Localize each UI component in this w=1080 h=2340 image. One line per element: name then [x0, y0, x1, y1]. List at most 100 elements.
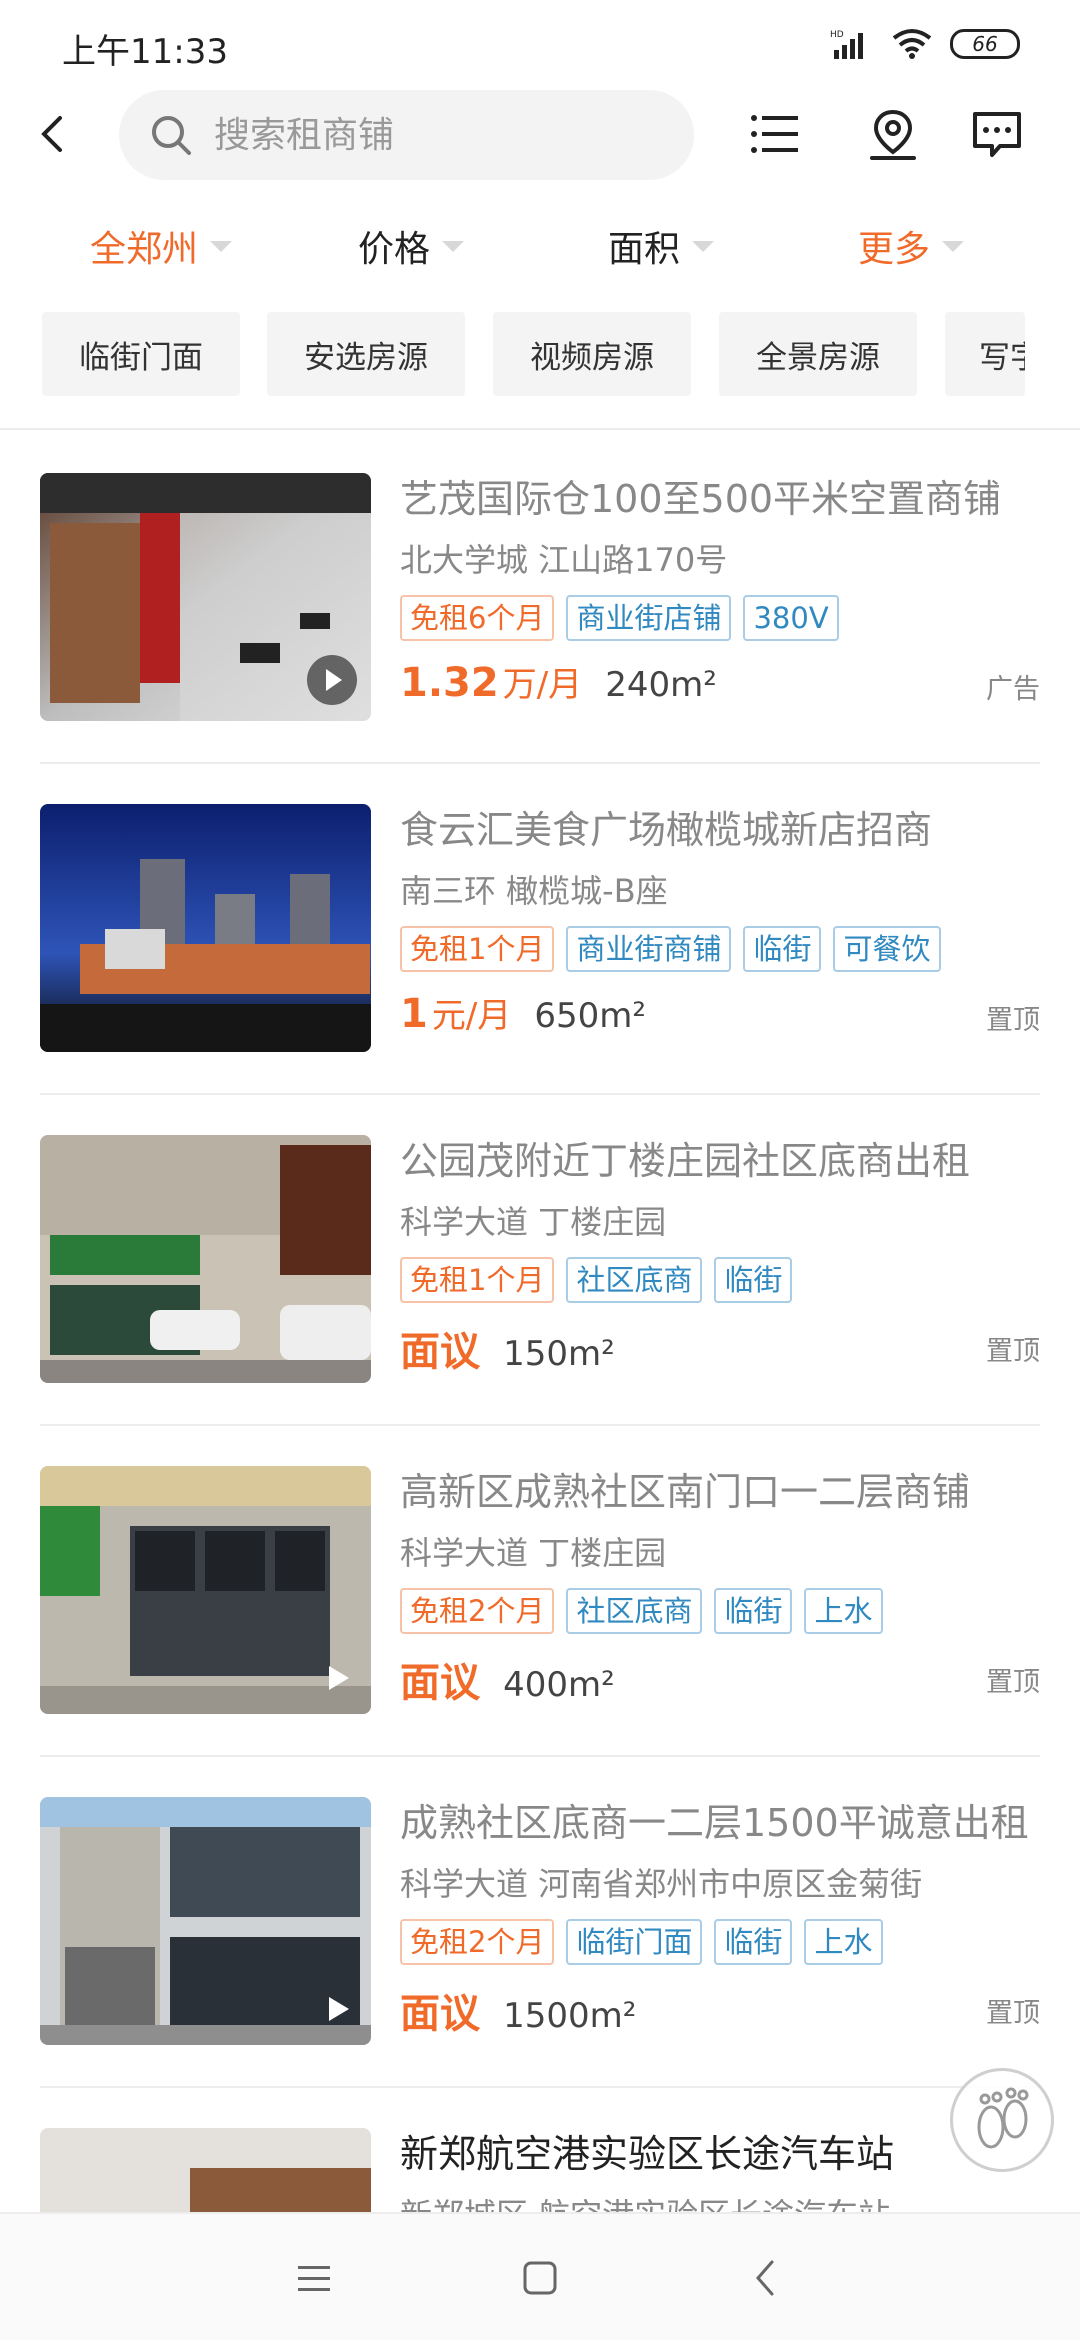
badge-feature: 临街	[714, 1919, 793, 1965]
dropdown-arrow-icon	[210, 240, 233, 252]
menu-icon[interactable]	[286, 2250, 342, 2306]
quick-tag[interactable]: 临街门面	[42, 312, 240, 396]
badge-type: 商业街商铺	[566, 926, 732, 972]
battery-indicator: 66	[950, 29, 1020, 59]
quick-tag[interactable]: 全景房源	[719, 312, 917, 396]
listing-photo	[40, 1135, 371, 1383]
badge-type: 商业街店铺	[566, 595, 732, 641]
filter-label: 更多	[858, 229, 931, 270]
filter-label: 价格	[358, 229, 431, 270]
search-icon	[152, 116, 191, 155]
listing-title: 食云汇美食广场橄榄城新店招商	[400, 808, 933, 852]
divider	[40, 762, 1040, 764]
video-play-icon	[329, 1666, 349, 1690]
listing-area: 400m²	[503, 1665, 615, 1705]
price-row: 1.32 万/月 240m² 广告	[400, 657, 1040, 709]
signal-icon: HD	[830, 30, 863, 59]
filter-price[interactable]: 价格	[358, 220, 465, 272]
listing-badges: 免租2个月 社区底商 临街 上水	[400, 1588, 1040, 1634]
listing-photo	[40, 473, 371, 721]
listing-info: 艺茂国际仓100至500平米空置商铺 北大学城 江山路170号 免租6个月 商业…	[400, 473, 1040, 709]
listing-photo	[40, 2128, 371, 2212]
listing-item[interactable]: 食云汇美食广场橄榄城新店招商 南三环 橄榄城-B座 免租1个月 商业街商铺 临街…	[40, 804, 1040, 1134]
listing-address: 科学大道 河南省郑州市中原区金菊街	[400, 1865, 923, 1903]
search-box[interactable]	[119, 90, 694, 180]
quick-tag-row: 临街门面 安选房源 视频房源 全景房源 写字	[0, 312, 1080, 396]
search-header	[0, 90, 1080, 180]
dropdown-arrow-icon	[442, 240, 465, 252]
status-time: 上午11:33	[62, 32, 228, 72]
listing-info: 成熟社区底商一二层1500平诚意出租 科学大道 河南省郑州市中原区金菊街 免租2…	[400, 1797, 1040, 2037]
status-icons: HD 66	[830, 28, 1020, 60]
home-icon[interactable]	[512, 2250, 568, 2306]
listing-item[interactable]: 艺茂国际仓100至500平米空置商铺 北大学城 江山路170号 免租6个月 商业…	[40, 473, 1040, 803]
badge-type: 社区底商	[566, 1588, 703, 1634]
filter-more[interactable]: 更多	[858, 220, 965, 272]
filter-area[interactable]: 面积	[608, 220, 715, 272]
pinned-label: 置顶	[986, 1336, 1040, 1367]
ad-label: 广告	[986, 674, 1040, 705]
listing-address: 新郑城区 航空港实验区长途汽车站	[400, 2194, 1040, 2212]
browse-history-button[interactable]	[950, 2068, 1054, 2172]
listing-area: 1500m²	[503, 1996, 637, 2036]
listing-title: 艺茂国际仓100至500平米空置商铺	[400, 477, 1002, 521]
listing-item[interactable]: 新郑航空港实验区长途汽车站 新郑城区 航空港实验区长途汽车站	[40, 2128, 1040, 2212]
listing-area: 240m²	[605, 665, 717, 705]
price-row: 面议 1500m² 置顶	[400, 1981, 1040, 2037]
quick-tag[interactable]: 视频房源	[493, 312, 691, 396]
badge-free-rent: 免租1个月	[400, 1257, 555, 1303]
divider	[40, 1424, 1040, 1426]
listing-info: 高新区成熟社区南门口一二层商铺 科学大道 丁楼庄园 免租2个月 社区底商 临街 …	[400, 1466, 1040, 1706]
back-icon[interactable]	[738, 2250, 794, 2306]
listing-title: 新郑航空港实验区长途汽车站	[400, 2132, 895, 2176]
listing-address: 北大学城 江山路170号	[400, 541, 728, 579]
filter-label: 全郑州	[90, 229, 199, 270]
badge-feature: 上水	[804, 1919, 883, 1965]
listing-badges: 免租1个月 商业街商铺 临街 可餐饮	[400, 926, 1040, 972]
listing-area: 650m²	[534, 996, 647, 1036]
listing-info: 新郑航空港实验区长途汽车站 新郑城区 航空港实验区长途汽车站	[400, 2128, 1040, 2212]
search-input[interactable]	[214, 108, 654, 162]
badge-free-rent: 免租6个月	[400, 595, 555, 641]
system-nav-bar	[0, 2212, 1080, 2340]
quick-tag[interactable]: 安选房源	[267, 312, 465, 396]
listing-item[interactable]: 公园茂附近丁楼庄园社区底商出租 科学大道 丁楼庄园 免租1个月 社区底商 临街 …	[40, 1135, 1040, 1465]
back-arrow-icon[interactable]	[30, 104, 74, 164]
quick-tag[interactable]: 写字	[945, 312, 1025, 396]
listing-price: 1.32	[400, 660, 499, 706]
listing-photo	[40, 1797, 371, 2045]
badge-free-rent: 免租2个月	[400, 1588, 555, 1634]
listing-info: 公园茂附近丁楼庄园社区底商出租 科学大道 丁楼庄园 免租1个月 社区底商 临街 …	[400, 1135, 1040, 1375]
listing-badges: 免租6个月 商业街店铺 380V	[400, 595, 1040, 641]
message-icon[interactable]	[970, 108, 1024, 162]
listing-title: 成熟社区底商一二层1500平诚意出租	[400, 1801, 1029, 1845]
listing-price: 面议	[400, 1660, 480, 1706]
filter-bar: 全郑州 价格 面积 更多	[0, 210, 1080, 280]
listing-photo	[40, 1466, 371, 1714]
video-play-icon	[307, 655, 357, 705]
wifi-icon	[892, 29, 932, 59]
badge-free-rent: 免租2个月	[400, 1919, 555, 1965]
listing-badges: 免租1个月 社区底商 临街	[400, 1257, 1040, 1303]
filter-region[interactable]: 全郑州	[90, 220, 233, 272]
listing-item[interactable]: 高新区成熟社区南门口一二层商铺 科学大道 丁楼庄园 免租2个月 社区底商 临街 …	[40, 1466, 1040, 1796]
badge-free-rent: 免租1个月	[400, 926, 555, 972]
divider	[40, 1755, 1040, 1757]
footprint-icon	[977, 2087, 1029, 2149]
listing-title: 高新区成熟社区南门口一二层商铺	[400, 1470, 971, 1514]
map-pin-icon[interactable]	[866, 108, 920, 162]
listing-address: 科学大道 丁楼庄园	[400, 1203, 667, 1241]
listing-title: 公园茂附近丁楼庄园社区底商出租	[400, 1139, 971, 1183]
price-unit: 万/月	[502, 665, 583, 705]
listing-item[interactable]: 成熟社区底商一二层1500平诚意出租 科学大道 河南省郑州市中原区金菊街 免租2…	[40, 1797, 1040, 2127]
dropdown-arrow-icon	[942, 240, 965, 252]
listing-price: 1	[400, 991, 428, 1037]
list-icon[interactable]	[748, 108, 802, 162]
listing-info: 食云汇美食广场橄榄城新店招商 南三环 橄榄城-B座 免租1个月 商业街商铺 临街…	[400, 804, 1040, 1040]
divider	[40, 2086, 1040, 2088]
filter-label: 面积	[608, 229, 681, 270]
listing-badges: 免租2个月 临街门面 临街 上水	[400, 1919, 1040, 1965]
price-row: 面议 400m² 置顶	[400, 1650, 1040, 1706]
listing-price: 面议	[400, 1991, 480, 2037]
listing-photo	[40, 804, 371, 1052]
